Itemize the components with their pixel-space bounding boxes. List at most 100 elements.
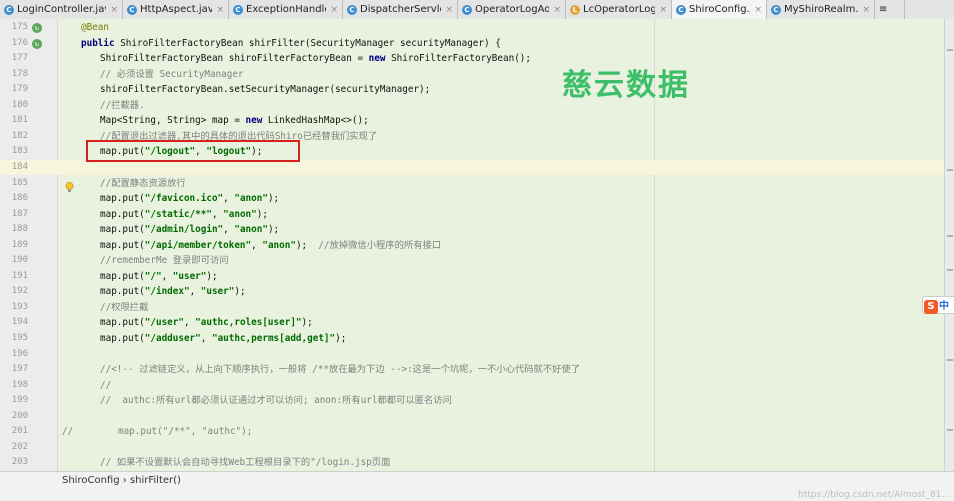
line-number[interactable]: 179 bbox=[0, 82, 28, 98]
line-number[interactable]: 203 bbox=[0, 455, 28, 471]
tab-label: LoginController.java bbox=[17, 4, 107, 15]
tab-lcoperatorlog-java[interactable]: LLcOperatorLog.java× bbox=[566, 0, 672, 19]
code-line[interactable]: 184 bbox=[0, 159, 954, 176]
line-number[interactable]: 183 bbox=[0, 144, 28, 160]
code-line[interactable]: 177 ShiroFilterFactoryBean shiroFilterFac… bbox=[0, 51, 954, 67]
code-line[interactable]: 196 bbox=[0, 347, 954, 363]
code-text: map.put("/static/**", "anon"); bbox=[100, 208, 268, 220]
line-number[interactable]: 189 bbox=[0, 238, 28, 254]
code-line[interactable]: 195 map.put("/adduser", "authc,perms[add,… bbox=[0, 331, 954, 347]
code-line[interactable]: 178 // 必须设置 SecurityManager bbox=[0, 67, 954, 83]
breadcrumb-class[interactable]: ShiroConfig bbox=[62, 475, 120, 486]
tab-dispatcherservlet-class[interactable]: CDispatcherServlet.class × bbox=[343, 0, 458, 19]
line-number[interactable]: 191 bbox=[0, 269, 28, 285]
line-number[interactable]: 193 bbox=[0, 300, 28, 316]
line-number[interactable]: 199 bbox=[0, 393, 28, 409]
code-line[interactable]: 200 bbox=[0, 409, 954, 425]
bean-gutter-icon[interactable]: ↻ bbox=[32, 38, 42, 49]
line-number[interactable]: 182 bbox=[0, 129, 28, 145]
tab-operatorlogaop-java[interactable]: COperatorLogAop.java × bbox=[458, 0, 566, 19]
code-line[interactable]: 192 map.put("/index", "user"); bbox=[0, 284, 954, 300]
line-number[interactable]: 201 bbox=[0, 424, 28, 440]
line-number[interactable]: 194 bbox=[0, 315, 28, 331]
close-icon[interactable]: × bbox=[110, 5, 118, 15]
line-number[interactable]: 176 bbox=[0, 36, 28, 52]
line-number[interactable]: 187 bbox=[0, 207, 28, 223]
line-number[interactable]: 198 bbox=[0, 378, 28, 394]
scrollbar-marker[interactable] bbox=[947, 269, 953, 271]
ime-indicator[interactable]: S中 bbox=[922, 296, 954, 314]
lightbulb-icon[interactable] bbox=[65, 178, 74, 192]
code-line[interactable]: 179 shiroFilterFactoryBean.setSecurityMan… bbox=[0, 82, 954, 98]
code-line[interactable]: 185 //配置静态资源放行 bbox=[0, 176, 954, 192]
tab-myshirorealm-java[interactable]: CMyShiroRealm.java× bbox=[767, 0, 875, 19]
tab-shiroconfig-java[interactable]: CShiroConfig.java × bbox=[672, 0, 767, 19]
code-line[interactable]: 180 //拦截器. bbox=[0, 98, 954, 114]
code-line[interactable]: 202 bbox=[0, 440, 954, 456]
code-line[interactable]: 189 map.put("/api/member/token", "anon");… bbox=[0, 238, 954, 254]
code-line[interactable]: 193 //权限拦截 bbox=[0, 300, 954, 316]
scrollbar-marker[interactable] bbox=[947, 169, 953, 171]
code-line[interactable]: 199 // authc:所有url都必须认证通过才可以访问; anon:所有ur… bbox=[0, 393, 954, 409]
close-icon[interactable]: × bbox=[862, 5, 870, 15]
breadcrumb-method[interactable]: shirFilter() bbox=[130, 475, 181, 486]
line-number[interactable]: 175 bbox=[0, 20, 28, 36]
line-number[interactable]: 185 bbox=[0, 176, 28, 192]
line-number[interactable]: 196 bbox=[0, 347, 28, 363]
code-line[interactable]: 190 //rememberMe 登录即可访问 bbox=[0, 253, 954, 269]
line-number[interactable]: 180 bbox=[0, 98, 28, 114]
line-number[interactable]: 190 bbox=[0, 253, 28, 269]
code-line[interactable]: 191 map.put("/", "user"); bbox=[0, 269, 954, 285]
interface-file-icon: L bbox=[570, 4, 580, 15]
close-icon[interactable]: × bbox=[445, 5, 453, 15]
close-icon[interactable]: × bbox=[330, 5, 338, 15]
code-text: map.put("/favicon.ico", "anon"); bbox=[100, 193, 280, 205]
code-line[interactable]: 197 //<!-- 过滤链定义，从上向下顺序执行，一般将 /**放在最为下边 -… bbox=[0, 362, 954, 378]
line-number[interactable]: 192 bbox=[0, 284, 28, 300]
code-line[interactable]: 175 ↻ @Bean bbox=[0, 20, 954, 36]
line-number[interactable]: 181 bbox=[0, 113, 28, 129]
tab-logincontroller-java[interactable]: C LoginController.java × bbox=[0, 0, 123, 19]
close-icon[interactable]: × bbox=[216, 5, 224, 15]
scrollbar-marker[interactable] bbox=[947, 49, 953, 51]
line-number[interactable]: 197 bbox=[0, 362, 28, 378]
scrollbar-marker[interactable] bbox=[947, 235, 953, 237]
code-text: public ShiroFilterFactoryBean shirFilter… bbox=[81, 37, 501, 49]
tab-label: ShiroConfig.java bbox=[689, 4, 750, 15]
code-line[interactable]: 181 Map<String, String> map = new LinkedH… bbox=[0, 113, 954, 129]
watermark-url: https://blog.csdn.net/Almost_81... bbox=[798, 490, 950, 500]
code-text: shiroFilterFactoryBean.setSecurityManage… bbox=[100, 84, 431, 96]
line-number[interactable]: 177 bbox=[0, 51, 28, 67]
code-line[interactable]: 194 map.put("/user", "authc,roles[user]")… bbox=[0, 315, 954, 331]
line-number[interactable]: 184 bbox=[0, 160, 28, 176]
line-number[interactable]: 200 bbox=[0, 409, 28, 425]
code-line[interactable]: 188 map.put("/admin/login", "anon"); bbox=[0, 222, 954, 238]
code-line[interactable]: 203 // 如果不设置默认会自动寻找Web工程根目录下的"/login.jsp页… bbox=[0, 455, 954, 471]
code-line[interactable]: 201 // map.put("/**", "authc"); bbox=[0, 424, 954, 440]
close-icon[interactable]: × bbox=[754, 5, 762, 15]
code-line[interactable]: 176 ↻ public ShiroFilterFactoryBean shirFi… bbox=[0, 36, 954, 52]
code-text: // 必须设置 SecurityManager bbox=[100, 68, 244, 80]
code-line[interactable]: 187 map.put("/static/**", "anon"); bbox=[0, 207, 954, 223]
code-line[interactable]: 186 map.put("/favicon.ico", "anon"); bbox=[0, 191, 954, 207]
ime-mode: 中 bbox=[939, 301, 949, 312]
scrollbar-marker[interactable] bbox=[947, 359, 953, 361]
code-text: // bbox=[100, 379, 112, 391]
tab-exceptionhandle-java[interactable]: CExceptionHandle.java × bbox=[229, 0, 343, 19]
close-icon[interactable]: × bbox=[659, 5, 667, 15]
line-number[interactable]: 186 bbox=[0, 191, 28, 207]
editor-scrollbar[interactable] bbox=[944, 19, 954, 471]
line-number[interactable]: 188 bbox=[0, 222, 28, 238]
close-icon[interactable]: × bbox=[553, 5, 561, 15]
tab-label: OperatorLogAop.java bbox=[475, 4, 549, 15]
tab-label: MyShiroRealm.java bbox=[784, 4, 859, 15]
scrollbar-marker[interactable] bbox=[947, 429, 953, 431]
tab-overflow-menu[interactable]: ≡ bbox=[875, 0, 905, 19]
bean-gutter-icon[interactable]: ↻ bbox=[32, 23, 42, 33]
tab-httpaspect-java[interactable]: C HttpAspect.java × bbox=[123, 0, 229, 19]
code-line[interactable]: 198 // bbox=[0, 378, 954, 394]
line-number[interactable]: 195 bbox=[0, 331, 28, 347]
line-number[interactable]: 178 bbox=[0, 67, 28, 83]
highlight-box bbox=[86, 140, 300, 162]
line-number[interactable]: 202 bbox=[0, 440, 28, 456]
